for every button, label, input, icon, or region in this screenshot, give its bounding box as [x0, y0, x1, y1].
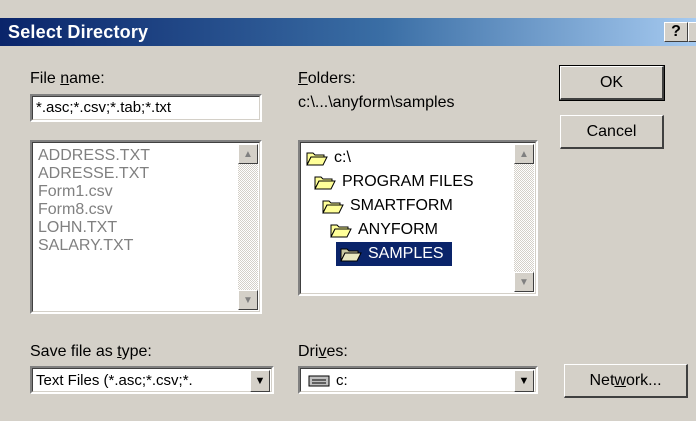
tree-item-samples[interactable]: SAMPLES — [336, 242, 452, 266]
folder-tree[interactable]: c:\ PROGRAM FILES SMARTFORM ANYFORM SAMP… — [298, 140, 538, 296]
network-button[interactable]: Net w ork... — [564, 364, 688, 398]
current-path: c:\...\anyform\samples — [298, 94, 455, 111]
title-bar[interactable]: Select Directory ? × — [0, 18, 696, 46]
open-folder-icon — [340, 248, 362, 262]
tree-item-smartform[interactable]: SMARTFORM — [322, 194, 453, 218]
scroll-up-icon[interactable]: ▲ — [238, 144, 258, 164]
file-name-label: File name: — [30, 70, 105, 87]
save-type-value: Text Files (*.asc;*.csv;*. — [36, 372, 193, 389]
folder-tree-scrollbar[interactable]: ▲ ▼ — [514, 144, 534, 292]
dialog-title: Select Directory — [8, 22, 149, 42]
scroll-down-icon[interactable]: ▼ — [514, 272, 534, 292]
tree-item-program-files[interactable]: PROGRAM FILES — [314, 170, 474, 194]
chevron-down-icon[interactable]: ▼ — [514, 370, 534, 392]
drives-label: Drives: — [298, 343, 348, 360]
tree-item-label: PROGRAM FILES — [342, 173, 474, 190]
drives-select[interactable]: c: ▼ — [298, 366, 538, 394]
folders-label: Folders: — [298, 70, 356, 87]
open-folder-icon — [330, 224, 352, 238]
tree-item-label: c:\ — [334, 149, 351, 166]
file-name-value: *.asc;*.csv;*.tab;*.txt — [36, 99, 172, 116]
list-item[interactable]: ADDRESS.TXT — [38, 147, 150, 165]
tree-item-c-root[interactable]: c:\ — [306, 146, 351, 170]
chevron-down-icon[interactable]: ▼ — [250, 370, 270, 392]
list-item[interactable]: Form1.csv — [38, 183, 113, 201]
list-item[interactable]: LOHN.TXT — [38, 219, 117, 237]
file-list[interactable]: ADDRESS.TXT ADRESSE.TXT Form1.csv Form8.… — [30, 140, 262, 314]
ok-button[interactable]: OK — [559, 65, 665, 101]
save-type-select[interactable]: Text Files (*.asc;*.csv;*. ▼ — [30, 366, 274, 394]
open-folder-icon — [314, 176, 336, 190]
save-type-label: Save file as type: — [30, 343, 152, 360]
open-folder-icon — [322, 200, 344, 214]
select-directory-dialog: Select Directory ? × File name: *.asc;*.… — [0, 0, 696, 421]
help-button[interactable]: ? — [664, 22, 688, 42]
file-name-input[interactable]: *.asc;*.csv;*.tab;*.txt — [30, 94, 262, 122]
tree-item-label: SAMPLES — [368, 245, 444, 262]
close-button[interactable]: × — [688, 22, 696, 42]
open-folder-icon — [306, 152, 328, 166]
drive-value: c: — [336, 372, 348, 389]
tree-item-label: ANYFORM — [358, 221, 438, 238]
cancel-button[interactable]: Cancel — [560, 115, 664, 149]
list-item[interactable]: Form8.csv — [38, 201, 113, 219]
list-item[interactable]: ADRESSE.TXT — [38, 165, 149, 183]
scroll-down-icon[interactable]: ▼ — [238, 290, 258, 310]
tree-item-label: SMARTFORM — [350, 197, 453, 214]
list-item[interactable]: SALARY.TXT — [38, 237, 133, 255]
drive-icon — [308, 375, 330, 387]
file-list-scrollbar[interactable]: ▲ ▼ — [238, 144, 258, 310]
scroll-up-icon[interactable]: ▲ — [514, 144, 534, 164]
tree-item-anyform[interactable]: ANYFORM — [330, 218, 438, 242]
